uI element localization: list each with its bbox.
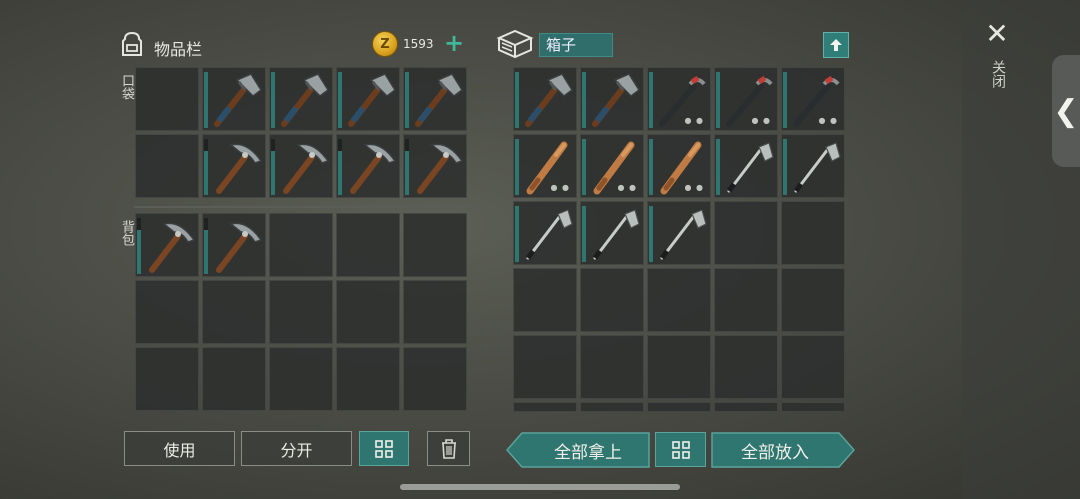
- box-name-field[interactable]: 箱子: [539, 33, 613, 57]
- box-slot-crowbar[interactable]: ● ●: [714, 67, 778, 131]
- add-coins-button[interactable]: +: [444, 31, 464, 55]
- pocket-slot-axe[interactable]: [336, 67, 400, 131]
- ammo-dots: ● ●: [617, 183, 637, 192]
- backpack-slot-empty[interactable]: [269, 347, 333, 411]
- backpack-slot-empty[interactable]: [135, 347, 199, 411]
- ammo-dots: ● ●: [818, 116, 838, 125]
- box-slot-crowbar[interactable]: ● ●: [647, 67, 711, 131]
- box-slot-golf-club[interactable]: [580, 201, 644, 265]
- coin-icon: Z: [372, 31, 398, 57]
- backpack-slot-empty[interactable]: [336, 347, 400, 411]
- pocket-label: 口袋: [119, 74, 134, 100]
- box-slot-axe[interactable]: [580, 67, 644, 131]
- box-slot-empty[interactable]: [714, 201, 778, 265]
- backpack-label: 背包: [119, 220, 134, 246]
- put-all-label: 全部放入: [741, 442, 809, 463]
- box-slot-empty[interactable]: [580, 335, 644, 399]
- box-slot-empty[interactable]: [714, 268, 778, 332]
- pocket-slot-pickaxe[interactable]: [269, 134, 333, 198]
- ammo-dots: ● ●: [550, 183, 570, 192]
- sort-box-button[interactable]: [655, 432, 706, 467]
- box-slot-golf-club[interactable]: [781, 134, 845, 198]
- backpack-icon: [118, 30, 146, 62]
- pocket-slot-pickaxe[interactable]: [202, 134, 266, 198]
- box-slot-bat[interactable]: ● ●: [580, 134, 644, 198]
- sort-inventory-button[interactable]: [359, 431, 409, 466]
- ammo-dots: ● ●: [751, 116, 771, 125]
- box-slot-empty[interactable]: [580, 402, 644, 412]
- box-slot-golf-club[interactable]: [647, 201, 711, 265]
- box-slot-empty[interactable]: [781, 201, 845, 265]
- backpack-slot-empty[interactable]: [336, 280, 400, 344]
- box-slot-empty[interactable]: [513, 268, 577, 332]
- pull-tab[interactable]: ❮: [1052, 55, 1080, 167]
- ammo-dots: ● ●: [684, 116, 704, 125]
- take-all-label: 全部拿上: [554, 442, 622, 463]
- box-slot-golf-club[interactable]: [714, 134, 778, 198]
- close-label[interactable]: 关闭: [988, 60, 1008, 88]
- home-indicator[interactable]: [400, 484, 680, 490]
- trash-button[interactable]: [427, 431, 470, 466]
- pocket-slot-pickaxe[interactable]: [336, 134, 400, 198]
- inventory-title: 物品栏: [154, 40, 203, 59]
- ammo-dots: ● ●: [684, 183, 704, 192]
- backpack-slot-empty[interactable]: [135, 280, 199, 344]
- split-button[interactable]: 分开: [241, 431, 352, 466]
- backpack-slot-empty[interactable]: [403, 280, 467, 344]
- box-slot-empty[interactable]: [513, 335, 577, 399]
- box-slot-empty[interactable]: [647, 402, 711, 412]
- box-slot-empty[interactable]: [781, 268, 845, 332]
- box-slot-golf-club[interactable]: [513, 201, 577, 265]
- box-slot-bat[interactable]: ● ●: [647, 134, 711, 198]
- backpack-slot-empty[interactable]: [403, 213, 467, 277]
- coin-amount: 1593: [403, 37, 434, 51]
- section-divider: [134, 206, 470, 208]
- take-all-button[interactable]: 全部拿上: [505, 432, 650, 472]
- box-slot-empty[interactable]: [647, 335, 711, 399]
- box-slot-empty[interactable]: [647, 268, 711, 332]
- pocket-slot-pickaxe[interactable]: [403, 134, 467, 198]
- backpack-slot-empty[interactable]: [336, 213, 400, 277]
- box-slot-empty[interactable]: [781, 402, 845, 412]
- box-slot-empty[interactable]: [513, 402, 577, 412]
- box-slot-empty[interactable]: [714, 335, 778, 399]
- put-all-button[interactable]: 全部放入: [711, 432, 856, 472]
- use-button[interactable]: 使用: [124, 431, 235, 466]
- box-slot-empty[interactable]: [714, 402, 778, 412]
- backpack-slot-empty[interactable]: [202, 347, 266, 411]
- pocket-slot-empty[interactable]: [135, 67, 199, 131]
- chevron-left-icon: ❮: [1053, 93, 1079, 129]
- backpack-slot-empty[interactable]: [202, 280, 266, 344]
- arrow-up-icon: [830, 39, 842, 51]
- box-slot-empty[interactable]: [580, 268, 644, 332]
- box-icon: [496, 28, 534, 64]
- pocket-slot-empty[interactable]: [135, 134, 199, 198]
- backpack-slot-pickaxe[interactable]: [135, 213, 199, 277]
- close-icon[interactable]: ✕: [984, 20, 1010, 48]
- box-slot-axe[interactable]: [513, 67, 577, 131]
- trash-icon: [441, 438, 456, 459]
- grid-icon: [671, 440, 690, 459]
- upload-button[interactable]: [823, 32, 849, 58]
- box-slot-crowbar[interactable]: ● ●: [781, 67, 845, 131]
- grid-icon: [375, 439, 393, 458]
- box-slot-bat[interactable]: ● ●: [513, 134, 577, 198]
- backpack-slot-pickaxe[interactable]: [202, 213, 266, 277]
- pocket-slot-axe[interactable]: [269, 67, 333, 131]
- backpack-slot-empty[interactable]: [403, 347, 467, 411]
- backpack-slot-empty[interactable]: [269, 213, 333, 277]
- backpack-slot-empty[interactable]: [269, 280, 333, 344]
- box-slot-empty[interactable]: [781, 335, 845, 399]
- pocket-slot-axe[interactable]: [202, 67, 266, 131]
- pocket-slot-axe[interactable]: [403, 67, 467, 131]
